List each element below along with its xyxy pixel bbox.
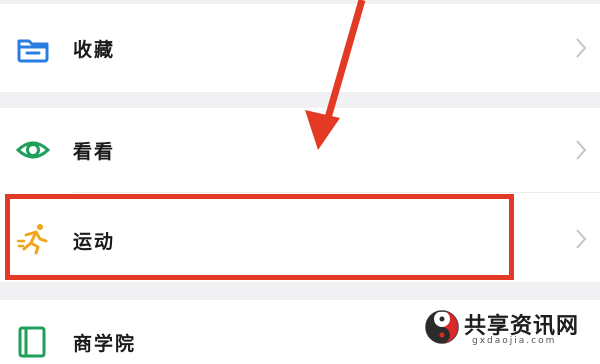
watermark: 共享资讯网 gxdaojia.com bbox=[424, 305, 594, 351]
chevron-right-icon bbox=[574, 37, 588, 59]
chevron-right-icon bbox=[574, 228, 588, 250]
menu-item-favorites[interactable]: 收藏 bbox=[0, 4, 600, 92]
menu-item-label: 看看 bbox=[73, 141, 116, 163]
section-gap bbox=[0, 282, 600, 300]
menu-item-label: 收藏 bbox=[73, 39, 116, 61]
watermark-logo bbox=[424, 309, 460, 345]
section-gap bbox=[0, 92, 600, 108]
watermark-url: gxdaojia.com bbox=[472, 336, 557, 346]
folder-icon bbox=[16, 31, 50, 65]
eye-icon bbox=[15, 133, 51, 167]
menu-item-label: 商学院 bbox=[73, 333, 137, 355]
book-icon bbox=[16, 326, 50, 360]
menu-item-look[interactable]: 看看 bbox=[0, 108, 600, 192]
highlight-box bbox=[5, 194, 514, 280]
chevron-right-icon bbox=[574, 139, 588, 161]
